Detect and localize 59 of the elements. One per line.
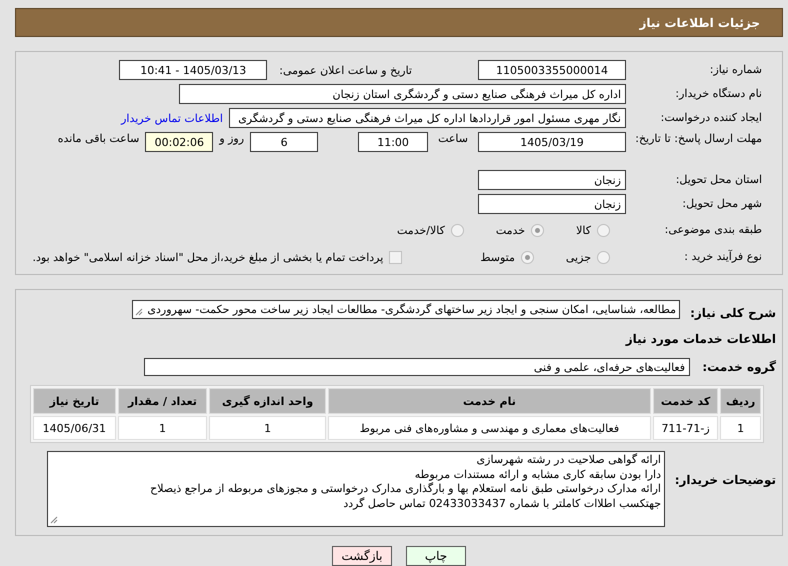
deadline-time-field: 11:00 <box>358 132 428 152</box>
field-label: استان محل تحویل: <box>674 173 763 187</box>
field-label: شماره نیاز: <box>708 63 763 77</box>
page-title: جزئیات اطلاعات نیاز <box>15 8 783 37</box>
field-label: توضیحات خریدار: <box>674 472 777 488</box>
radio-label: کالا <box>576 224 591 236</box>
days-label: روز و <box>219 132 244 145</box>
buyer-contact-link[interactable]: اطلاعات تماس خریدار <box>121 112 223 124</box>
province-field: زنجان <box>478 170 626 190</box>
resize-grip-icon[interactable] <box>135 308 143 316</box>
field-label: نام دستگاه خریدار: <box>674 87 763 101</box>
remaining-time-field: 00:02:06 <box>145 132 214 152</box>
section-heading: اطلاعات خدمات مورد نیاز <box>624 332 777 346</box>
field-label: شهر محل تحویل: <box>681 197 763 211</box>
back-button[interactable]: بازگشت <box>332 546 392 566</box>
radio-label: متوسط <box>480 250 515 264</box>
buyer-notes-textarea: ارائه گواهی صلاحیت در رشته شهرسازی دارا بودن سابقه کاری مشابه و ارائه مستندات مربوطه ارائه مدارک درخواستی طبق نامه استعلام بها و بارگذاری مدارک درخواستی و مجوزهای مربوطه از مراجع ذیصلاح جهتکسب اطلاات کاملتر با شماره 02433033437 تماس حاصل گردد <box>47 451 665 527</box>
field-label: تاریخ و ساعت اعلان عمومی: <box>279 64 412 76</box>
radio-button[interactable] <box>531 224 544 236</box>
time-label: ساعت <box>438 132 468 145</box>
field-label: شرح کلی نیاز: <box>689 305 777 321</box>
field-label: ایجاد کننده درخواست: <box>660 111 763 125</box>
deadline-date-field: 1405/03/19 <box>478 132 626 152</box>
announce-date-field: 1405/03/13 - 10:41 <box>119 60 268 80</box>
description-textarea: مطالعه، شناسایی، امکان سنجی و ایجاد زیر ساختهای گردشگری- مطالعات ایجاد زیر ساخت محور حکمت- سهروردی <box>132 300 680 319</box>
radio-label: کالا/خدمت <box>397 224 445 236</box>
radio-label: جزیی <box>566 250 591 264</box>
checkbox-label: پرداخت تمام یا بخشی از مبلغ خرید،از محل "اسناد خزانه اسلامی" خواهد بود. <box>32 250 384 264</box>
print-button[interactable]: چاپ <box>406 546 466 566</box>
days-field: 6 <box>250 132 318 152</box>
service-group-field: فعالیت‌های حرفه‌ای، علمی و فنی <box>144 358 690 376</box>
table-cell: 1 <box>118 416 208 440</box>
city-field: زنجان <box>478 194 626 214</box>
radio-button[interactable] <box>450 224 464 236</box>
field-label: گروه خدمت: <box>701 360 777 374</box>
table-cell: فعالیت‌های معماری و مهندسی و مشاوره‌های فنی مربوط <box>328 416 651 440</box>
column-header: نام خدمت <box>328 388 651 414</box>
table-cell: ز-71-711 <box>652 416 718 440</box>
field-label: نوع فرآیند خرید : <box>683 250 763 264</box>
requester-field: نگار مهری مسئول امور قراردادها اداره کل میراث فرهنگی صنایع دستی و گردشگری <box>229 108 626 128</box>
buyer-org-field: اداره کل میراث فرهنگی صنایع دستی و گردشگری استان زنجان <box>179 84 626 104</box>
column-header: کد خدمت <box>652 388 718 414</box>
radio-button[interactable] <box>597 250 610 264</box>
resize-grip-icon[interactable] <box>50 516 58 524</box>
column-header: تعداد / مقدار <box>118 388 208 414</box>
checkbox[interactable] <box>389 250 402 264</box>
column-header: تاریخ نیاز <box>33 388 116 414</box>
table-cell: 1 <box>209 416 326 440</box>
field-label: مهلت ارسال پاسخ: تا تاریخ: <box>634 132 763 146</box>
table-cell: 1 <box>720 416 761 440</box>
column-header: واحد اندازه گیری <box>209 388 326 414</box>
table-cell: 1405/06/31 <box>33 416 116 440</box>
need-number-field: 1105003355000014 <box>478 60 626 80</box>
remaining-label: ساعت باقی مانده <box>58 132 140 145</box>
field-label: طبقه بندی موضوعی: <box>664 223 763 237</box>
column-header: ردیف <box>720 388 761 414</box>
radio-button[interactable] <box>597 224 610 236</box>
radio-label: خدمت <box>496 224 526 236</box>
radio-button[interactable] <box>520 250 534 264</box>
